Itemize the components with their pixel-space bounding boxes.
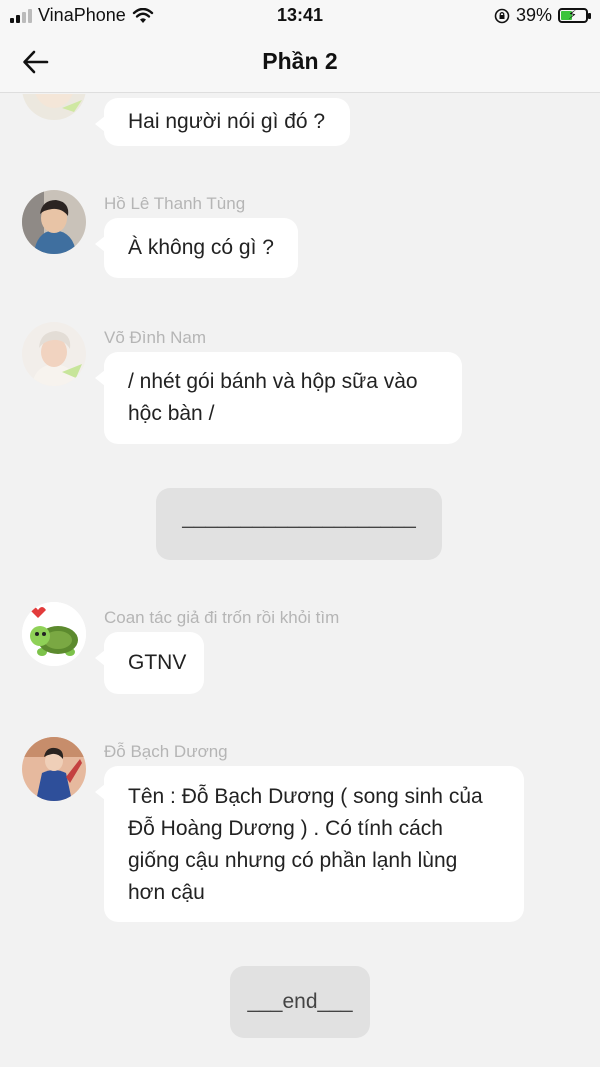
sender-name: Coan tác giả đi trốn rồi khỏi tìm	[104, 608, 340, 627]
sender-name: Hồ Lê Thanh Tùng	[104, 194, 246, 213]
message-text: Hai người nói gì đó ?	[128, 110, 326, 133]
sender-name: Võ Đình Nam	[104, 328, 207, 347]
message-text: À không có gì ?	[128, 236, 274, 259]
message-bubble[interactable]: GTNV	[95, 632, 204, 694]
message-text: / nhét gói bánh và hộp sữa vào hộc bàn /	[128, 370, 418, 425]
narration-bubble[interactable]: ___end___	[230, 966, 370, 1038]
page-title: Phần 2	[262, 48, 338, 74]
message-text: GTNV	[128, 651, 187, 674]
status-right: 39% ⚡	[494, 5, 591, 26]
nav-bar: Phần 2	[0, 32, 600, 93]
avatar[interactable]	[22, 190, 86, 254]
battery-charging-icon: ⚡	[558, 7, 591, 23]
narration-text: ___end___	[247, 990, 353, 1013]
message-bubble[interactable]: Tên : Đỗ Bạch Dương ( song sinh của Đỗ H…	[95, 766, 524, 922]
sender-name: Đỗ Bạch Dương	[104, 742, 228, 761]
message-text: Tên : Đỗ Bạch Dương ( song sinh của Đỗ H…	[128, 785, 483, 904]
status-bar: VinaPhone 13:41 39% ⚡	[0, 0, 600, 32]
turtle-icon	[22, 602, 86, 666]
chat-view[interactable]: Hai người nói gì đó ? Hồ Lê Thanh Tùng À…	[0, 94, 600, 1067]
narration-text: ____________________	[182, 506, 416, 529]
avatar[interactable]	[22, 602, 86, 666]
message-bubble[interactable]: À không có gì ?	[95, 218, 298, 278]
avatar[interactable]	[22, 737, 86, 801]
battery-percent: 39%	[515, 5, 552, 25]
message-bubble[interactable]: Hai người nói gì đó ?	[95, 98, 350, 146]
avatar[interactable]	[22, 94, 86, 120]
avatar[interactable]	[22, 322, 86, 386]
narration-bubble[interactable]: ____________________	[156, 488, 442, 560]
message-bubble[interactable]: / nhét gói bánh và hộp sữa vào hộc bàn /	[95, 352, 462, 444]
rotation-lock-icon	[494, 8, 510, 23]
